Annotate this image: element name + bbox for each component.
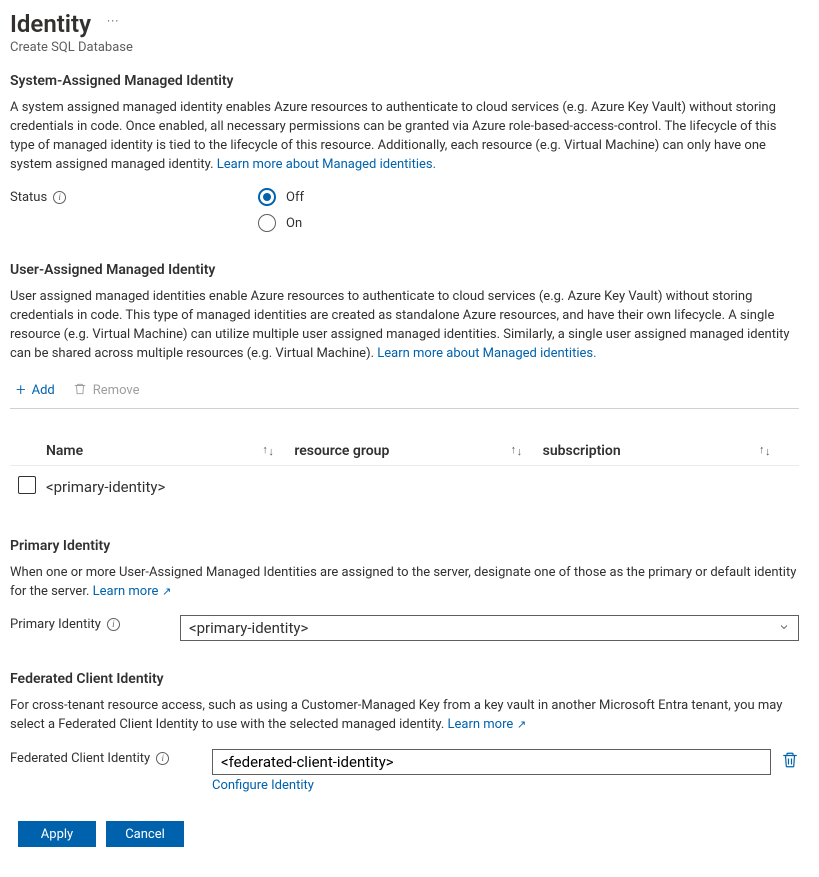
user-identity-learn-more-link[interactable]: Learn more about Managed identities. (377, 346, 596, 361)
table-row[interactable]: <primary-identity> (10, 466, 799, 508)
more-menu-icon[interactable]: ··· (107, 14, 119, 34)
primary-identity-label: Primary Identity (10, 617, 101, 632)
status-off-radio[interactable]: Off (258, 188, 799, 206)
system-identity-learn-more-link[interactable]: Learn more about Managed identities. (217, 157, 436, 172)
trash-icon (73, 382, 87, 400)
chevron-down-icon (778, 619, 790, 637)
status-off-label: Off (286, 190, 304, 205)
row-name-cell: <primary-identity> (46, 478, 294, 496)
primary-identity-heading: Primary Identity (10, 538, 799, 554)
cancel-button[interactable]: Cancel (106, 821, 184, 847)
identity-table-header: Name resource group subscription (10, 437, 799, 466)
status-on-label: On (286, 216, 302, 231)
sort-icon (262, 444, 276, 457)
remove-button: Remove (73, 382, 140, 400)
col-resource-group[interactable]: resource group (294, 443, 542, 459)
page-subtitle: Create SQL Database (10, 40, 799, 55)
federated-identity-input[interactable] (212, 749, 771, 775)
federated-identity-heading: Federated Client Identity (10, 671, 799, 687)
remove-button-label: Remove (93, 383, 140, 398)
status-label: Status (10, 190, 47, 205)
sort-icon (759, 444, 773, 457)
configure-identity-link[interactable]: Configure Identity (212, 778, 314, 793)
info-icon[interactable]: i (107, 618, 120, 631)
primary-identity-description: When one or more User-Assigned Managed I… (10, 564, 799, 602)
primary-identity-select-value: <primary-identity> (189, 619, 308, 637)
sort-icon (511, 444, 525, 457)
federated-identity-description: For cross-tenant resource access, such a… (10, 697, 799, 735)
plus-icon: + (16, 382, 26, 399)
primary-identity-learn-more-link[interactable]: Learn more ↗ (93, 584, 172, 599)
system-identity-description: A system assigned managed identity enabl… (10, 99, 799, 174)
radio-selected-icon (258, 188, 276, 206)
page-title: Identity (10, 10, 91, 38)
add-button-label: Add (32, 383, 55, 398)
primary-identity-select[interactable]: <primary-identity> (180, 615, 799, 641)
add-button[interactable]: + Add (16, 382, 55, 400)
delete-button[interactable] (781, 751, 799, 773)
col-subscription[interactable]: subscription (543, 443, 791, 459)
divider (10, 408, 799, 409)
external-link-icon: ↗ (159, 585, 171, 598)
user-identity-description: User assigned managed identities enable … (10, 288, 799, 363)
status-on-radio[interactable]: On (258, 214, 799, 232)
federated-learn-more-link[interactable]: Learn more ↗ (448, 717, 527, 732)
system-identity-heading: System-Assigned Managed Identity (10, 73, 799, 89)
user-identity-heading: User-Assigned Managed Identity (10, 262, 799, 278)
row-checkbox[interactable] (18, 476, 36, 494)
status-radio-group: Off On (258, 188, 799, 232)
info-icon[interactable]: i (156, 752, 169, 765)
col-name[interactable]: Name (46, 443, 294, 459)
info-icon[interactable]: i (53, 191, 66, 204)
external-link-icon: ↗ (514, 718, 526, 731)
federated-identity-label: Federated Client Identity (10, 751, 150, 766)
apply-button[interactable]: Apply (18, 821, 96, 847)
radio-unselected-icon (258, 214, 276, 232)
